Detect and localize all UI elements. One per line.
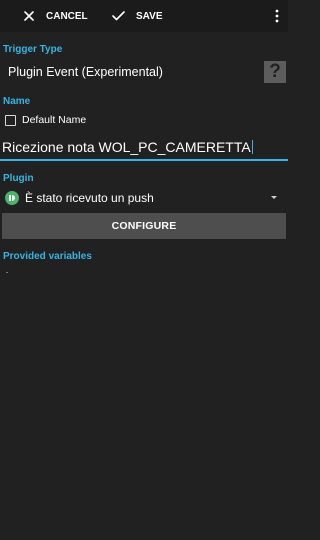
- trigger-type-label: Trigger Type: [3, 44, 63, 55]
- name-input-value: Ricezione nota WOL_PC_CAMERETTA: [2, 139, 251, 155]
- trigger-type-value: Plugin Event (Experimental): [8, 65, 163, 79]
- plugin-section-label: Plugin: [3, 173, 34, 184]
- more-vertical-icon[interactable]: [274, 9, 280, 23]
- name-section-label: Name: [3, 96, 31, 107]
- provided-variables-placeholder: [6, 272, 8, 273]
- cancel-button[interactable]: CANCEL: [24, 0, 88, 32]
- dropdown-arrow-icon: [271, 196, 277, 199]
- provided-variables-label: Provided variables: [3, 251, 92, 262]
- save-label: SAVE: [136, 10, 163, 22]
- default-name-checkbox[interactable]: [5, 114, 16, 126]
- text-cursor: [251, 140, 254, 154]
- help-button[interactable]: ?: [264, 61, 286, 83]
- plugin-dropdown[interactable]: È stato ricevuto un push: [5, 189, 281, 207]
- check-icon: [112, 11, 125, 21]
- default-name-checkbox-row[interactable]: Default Name: [5, 113, 86, 127]
- save-button[interactable]: SAVE: [112, 0, 163, 32]
- pushbullet-icon: [5, 191, 19, 205]
- name-input-underline: [0, 159, 288, 161]
- close-icon: [24, 11, 34, 21]
- cancel-label: CANCEL: [46, 10, 88, 22]
- configure-button[interactable]: CONFIGURE: [2, 213, 286, 239]
- plugin-selected-value: È stato ricevuto un push: [25, 191, 154, 205]
- default-name-label: Default Name: [22, 114, 87, 126]
- name-input[interactable]: Ricezione nota WOL_PC_CAMERETTA: [2, 139, 286, 159]
- action-toolbar: CANCEL SAVE: [0, 0, 288, 32]
